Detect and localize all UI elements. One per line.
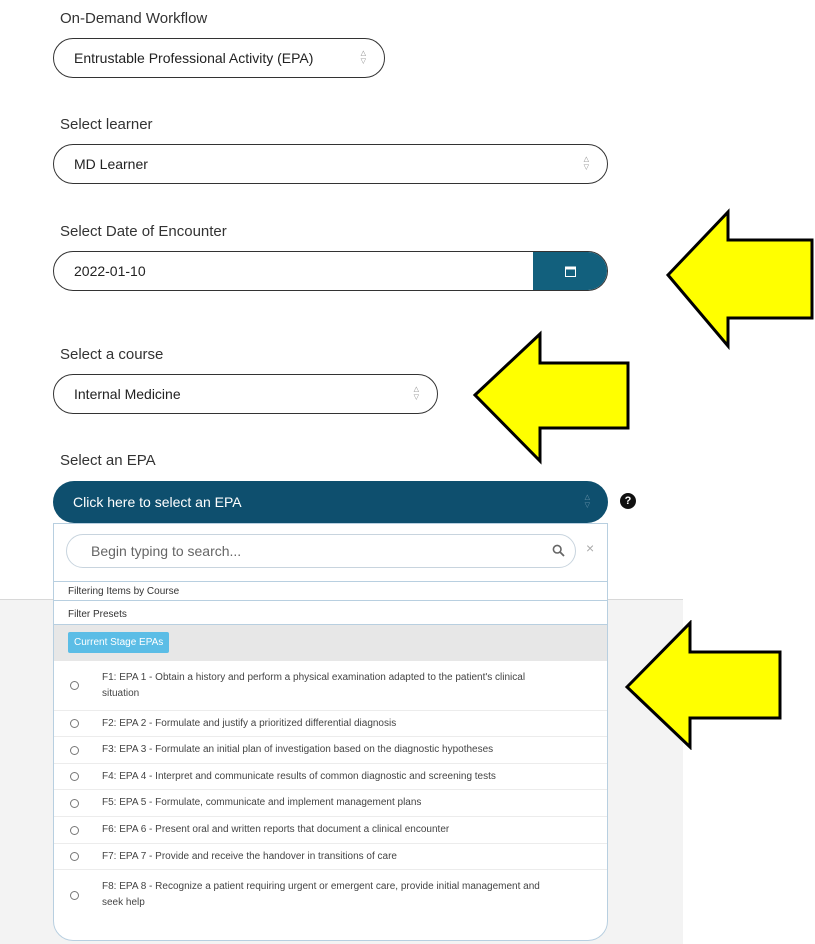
annotation-arrow-epa-list xyxy=(624,620,782,750)
list-item-label: F4: EPA 4 - Interpret and communicate re… xyxy=(102,770,496,782)
radio-button[interactable] xyxy=(70,890,79,900)
search-input[interactable] xyxy=(89,542,529,560)
epa-select[interactable]: Click here to select an EPA △ ▽ xyxy=(53,481,608,523)
updown-chevron-icon: △ ▽ xyxy=(584,494,590,509)
workflow-select-value: Entrustable Professional Activity (EPA) xyxy=(74,50,314,66)
calendar-icon xyxy=(564,266,576,277)
list-item[interactable]: F1: EPA 1 - Obtain a history and perform… xyxy=(54,661,607,711)
updown-chevron-icon: △ ▽ xyxy=(413,386,419,401)
list-item-label: F5: EPA 5 - Formulate, communicate and i… xyxy=(102,797,422,808)
date-picker[interactable]: 2022-01-10 xyxy=(53,251,608,291)
close-icon[interactable]: × xyxy=(586,540,594,556)
list-item-label: F3: EPA 3 - Formulate an initial plan of… xyxy=(102,744,494,755)
date-label: Select Date of Encounter xyxy=(60,223,227,240)
epa-select-placeholder: Click here to select an EPA xyxy=(73,494,242,510)
list-item[interactable]: F7: EPA 7 - Provide and receive the hand… xyxy=(54,844,607,870)
updown-chevron-icon: △ ▽ xyxy=(360,50,366,65)
learner-select[interactable]: MD Learner △ ▽ xyxy=(53,144,608,184)
list-item[interactable]: F5: EPA 5 - Formulate, communicate and i… xyxy=(54,790,607,817)
list-item[interactable]: F8: EPA 8 - Recognize a patient requirin… xyxy=(54,870,607,920)
presets-bar: Current Stage EPAs xyxy=(54,625,607,661)
filter-presets-row[interactable]: Filter Presets xyxy=(54,605,607,625)
list-item-label: F7: EPA 7 - Provide and receive the hand… xyxy=(102,850,397,862)
list-item[interactable]: F6: EPA 6 - Present oral and written rep… xyxy=(54,817,607,844)
date-input[interactable]: 2022-01-10 xyxy=(54,252,533,290)
list-item-label: F2: EPA 2 - Formulate and justify a prio… xyxy=(102,717,397,729)
workflow-select[interactable]: Entrustable Professional Activity (EPA) … xyxy=(53,38,385,78)
list-item-label: F8: EPA 8 - Recognize a patient requirin… xyxy=(102,881,540,908)
radio-button[interactable] xyxy=(70,772,79,781)
workflow-label: On-Demand Workflow xyxy=(60,10,208,27)
calendar-button[interactable] xyxy=(533,252,607,290)
learner-label: Select learner xyxy=(60,116,153,133)
radio-button[interactable] xyxy=(70,681,79,690)
epa-label: Select an EPA xyxy=(60,452,156,469)
list-item[interactable]: F2: EPA 2 - Formulate and justify a prio… xyxy=(54,711,607,737)
annotation-arrow-course xyxy=(472,330,630,465)
radio-button[interactable] xyxy=(70,825,79,835)
list-item-label: F6: EPA 6 - Present oral and written rep… xyxy=(102,824,450,835)
radio-button[interactable] xyxy=(70,719,79,728)
radio-button[interactable] xyxy=(70,852,79,861)
question-circle-icon[interactable]: ? xyxy=(620,493,636,509)
list-item-label: F1: EPA 1 - Obtain a history and perform… xyxy=(102,671,526,699)
course-select-value: Internal Medicine xyxy=(74,386,181,402)
learner-select-value: MD Learner xyxy=(74,156,148,172)
filter-course-row[interactable]: Filtering Items by Course xyxy=(54,581,607,601)
list-item[interactable]: F3: EPA 3 - Formulate an initial plan of… xyxy=(54,737,607,764)
course-select[interactable]: Internal Medicine △ ▽ xyxy=(53,374,438,414)
radio-button[interactable] xyxy=(70,745,79,755)
current-stage-preset-button[interactable]: Current Stage EPAs xyxy=(68,632,170,653)
epa-dropdown: × Filtering Items by Course Filter Prese… xyxy=(53,523,608,941)
epa-list: F1: EPA 1 - Obtain a history and perform… xyxy=(54,661,607,920)
radio-button[interactable] xyxy=(70,798,79,808)
course-label: Select a course xyxy=(60,346,164,363)
annotation-arrow-date xyxy=(666,208,814,350)
updown-chevron-icon: △ ▽ xyxy=(583,156,589,171)
search-box[interactable] xyxy=(66,534,576,568)
search-icon xyxy=(552,544,565,557)
list-item[interactable]: F4: EPA 4 - Interpret and communicate re… xyxy=(54,764,607,790)
